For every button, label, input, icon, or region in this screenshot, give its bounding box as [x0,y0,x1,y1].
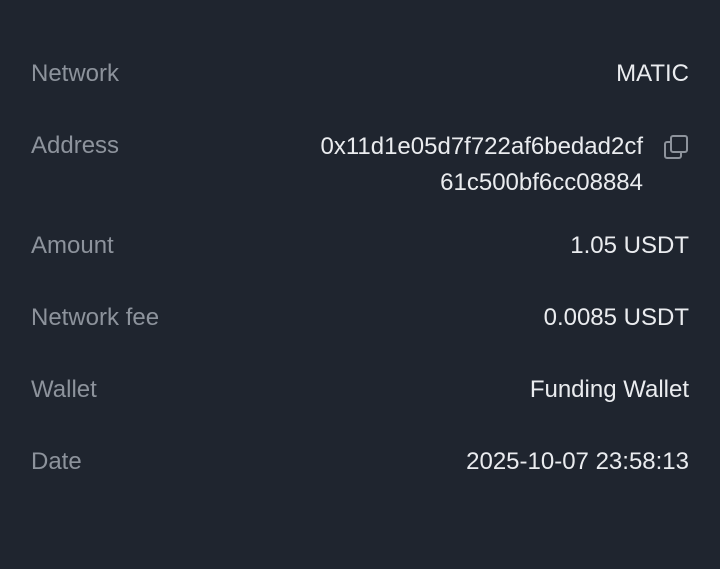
network-fee-label: Network fee [31,304,160,331]
transaction-details-panel: Network MATIC Address 0x11d1e05d7f722af6… [0,0,720,569]
address-value-group: 0x11d1e05d7f722af6bedad2cf 61c500bf6cc08… [243,129,689,201]
date-value: 2025-10-07 23:58:13 [466,448,689,475]
wallet-label: Wallet [31,376,97,403]
amount-row: Amount 1.05 USDT [31,229,689,263]
network-fee-value: 0.0085 USDT [543,304,689,331]
address-row: Address 0x11d1e05d7f722af6bedad2cf 61c50… [31,129,689,201]
address-line-1: 0x11d1e05d7f722af6bedad2cf [320,133,643,160]
address-value: 0x11d1e05d7f722af6bedad2cf 61c500bf6cc08… [243,129,643,201]
wallet-row: Wallet Funding Wallet [31,373,689,407]
copy-icon[interactable] [663,134,689,160]
network-row: Network MATIC [31,57,689,91]
amount-value: 1.05 USDT [570,232,689,259]
network-fee-row: Network fee 0.0085 USDT [31,301,689,335]
wallet-value: Funding Wallet [529,376,689,403]
network-label: Network [31,60,120,87]
date-row: Date 2025-10-07 23:58:13 [31,445,689,479]
address-label: Address [31,132,120,159]
date-label: Date [31,448,82,475]
amount-label: Amount [31,232,114,259]
address-line-2: 61c500bf6cc08884 [440,169,643,196]
network-value: MATIC [616,60,689,87]
